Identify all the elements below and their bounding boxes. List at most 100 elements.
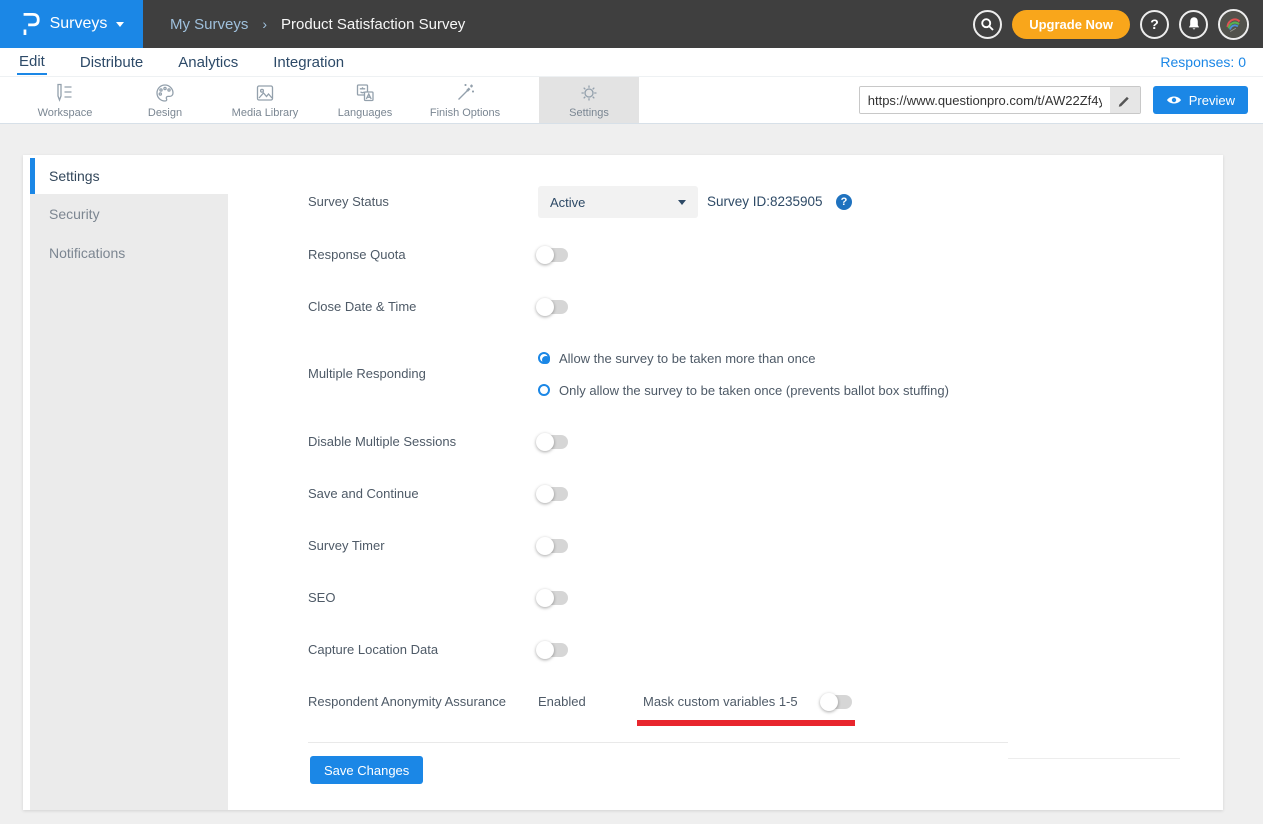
red-annotation-underline: [637, 720, 855, 726]
breadcrumb: My Surveys › Product Satisfaction Survey: [170, 16, 465, 33]
anonymity-row: Respondent Anonymity Assurance Enabled M…: [308, 692, 1193, 712]
form-divider: [308, 742, 1008, 743]
tab-distribute[interactable]: Distribute: [78, 51, 145, 74]
radio-selected-icon[interactable]: [538, 352, 550, 364]
edit-toolbar: Workspace Design Media Library Languages: [0, 76, 1263, 124]
toolbar-item-finish-options[interactable]: Finish Options: [415, 77, 515, 123]
product-switcher[interactable]: Surveys: [0, 0, 143, 48]
save-and-continue-row: Save and Continue: [308, 484, 1193, 504]
radio-option-once-only[interactable]: Only allow the survey to be taken once (…: [538, 382, 949, 398]
tab-integration[interactable]: Integration: [271, 51, 346, 74]
seo-row: SEO: [308, 588, 1193, 608]
toggle-knob: [536, 246, 554, 264]
mask-custom-variables-label: Mask custom variables 1-5: [643, 692, 798, 712]
save-and-continue-toggle[interactable]: [538, 487, 568, 501]
toolbar-item-workspace[interactable]: Workspace: [15, 77, 115, 123]
anonymity-label: Respondent Anonymity Assurance: [308, 692, 506, 712]
bell-icon: [1186, 16, 1202, 32]
notifications-button[interactable]: [1179, 10, 1208, 39]
response-quota-toggle[interactable]: [538, 248, 568, 262]
toggle-knob: [536, 641, 554, 659]
survey-timer-toggle[interactable]: [538, 539, 568, 553]
survey-status-row: Survey Status Active Survey ID: 8235905 …: [308, 186, 1193, 218]
survey-status-select[interactable]: Active: [538, 186, 698, 218]
toolbar-label: Design: [148, 107, 182, 119]
sidebar-item-notifications[interactable]: Notifications: [30, 233, 228, 272]
close-date-toggle[interactable]: [538, 300, 568, 314]
save-and-continue-label: Save and Continue: [308, 484, 419, 504]
toggle-knob: [536, 589, 554, 607]
multiple-responding-label: Multiple Responding: [308, 364, 426, 384]
edit-url-button[interactable]: [1110, 87, 1140, 113]
radio-option-text: Only allow the survey to be taken once (…: [559, 383, 949, 398]
preview-label: Preview: [1189, 93, 1235, 108]
upgrade-now-button[interactable]: Upgrade Now: [1012, 10, 1130, 39]
design-palette-icon: [153, 81, 177, 105]
survey-url-input[interactable]: [860, 87, 1110, 113]
toolbar-label: Media Library: [232, 107, 299, 119]
sidebar-item-settings[interactable]: Settings: [30, 158, 228, 194]
preview-button[interactable]: Preview: [1153, 86, 1248, 114]
toolbar-item-design[interactable]: Design: [115, 77, 215, 123]
response-quota-row: Response Quota: [308, 245, 1193, 265]
breadcrumb-separator: ›: [262, 16, 267, 32]
chevron-down-icon: [116, 22, 124, 27]
radio-option-text: Allow the survey to be taken more than o…: [559, 351, 816, 366]
toggle-knob: [536, 433, 554, 451]
mask-custom-variables-toggle[interactable]: [822, 695, 852, 709]
responses-count[interactable]: Responses: 0: [1160, 54, 1263, 70]
survey-url-box: [859, 86, 1141, 114]
user-avatar[interactable]: [1218, 9, 1249, 40]
toolbar-item-settings[interactable]: Settings: [539, 77, 639, 123]
survey-id-help-icon[interactable]: ?: [836, 194, 852, 210]
toggle-knob: [536, 298, 554, 316]
top-bar: Surveys My Surveys › Product Satisfactio…: [0, 0, 1263, 48]
toolbar-label: Finish Options: [430, 107, 500, 119]
tab-edit[interactable]: Edit: [17, 50, 47, 75]
settings-gear-icon: [577, 81, 601, 105]
response-quota-label: Response Quota: [308, 245, 406, 265]
finish-options-wand-icon: [453, 81, 477, 105]
toggle-knob: [820, 693, 838, 711]
survey-link-group: Preview: [859, 77, 1248, 123]
languages-icon: [353, 81, 377, 105]
survey-id-label: Survey ID:: [707, 186, 770, 218]
toggle-knob: [536, 485, 554, 503]
survey-status-value: Active: [550, 195, 585, 210]
close-date-label: Close Date & Time: [308, 297, 416, 317]
question-mark-icon: ?: [1150, 16, 1159, 32]
workspace-icon: [53, 81, 77, 105]
chevron-down-icon: [678, 200, 686, 205]
radio-option-multiple-allowed[interactable]: Allow the survey to be taken more than o…: [538, 350, 816, 366]
questionpro-logo-icon: [19, 10, 41, 38]
media-library-icon: [253, 81, 277, 105]
form-divider-right: [1008, 758, 1180, 759]
tab-analytics[interactable]: Analytics: [176, 51, 240, 74]
eye-icon: [1166, 94, 1182, 106]
search-button[interactable]: [973, 10, 1002, 39]
capture-location-label: Capture Location Data: [308, 640, 438, 660]
survey-status-label: Survey Status: [308, 186, 389, 218]
breadcrumb-current-survey: Product Satisfaction Survey: [281, 16, 465, 33]
save-changes-button[interactable]: Save Changes: [310, 756, 423, 784]
help-button[interactable]: ?: [1140, 10, 1169, 39]
toolbar-item-media-library[interactable]: Media Library: [215, 77, 315, 123]
toolbar-label: Workspace: [38, 107, 93, 119]
breadcrumb-my-surveys[interactable]: My Surveys: [170, 16, 248, 33]
survey-id-value: 8235905: [770, 186, 823, 218]
disable-multiple-sessions-toggle[interactable]: [538, 435, 568, 449]
capture-location-toggle[interactable]: [538, 643, 568, 657]
survey-timer-row: Survey Timer: [308, 536, 1193, 556]
pencil-icon: [1117, 93, 1132, 108]
sidebar-item-security[interactable]: Security: [30, 194, 228, 233]
avatar-image: [1220, 11, 1247, 38]
radio-unselected-icon[interactable]: [538, 384, 550, 396]
survey-timer-label: Survey Timer: [308, 536, 385, 556]
toolbar-label: Languages: [338, 107, 392, 119]
settings-sidebar: Settings Security Notifications: [30, 158, 228, 810]
seo-toggle[interactable]: [538, 591, 568, 605]
toolbar-item-languages[interactable]: Languages: [315, 77, 415, 123]
search-icon: [979, 16, 996, 33]
disable-multiple-sessions-row: Disable Multiple Sessions: [308, 432, 1193, 452]
disable-multiple-sessions-label: Disable Multiple Sessions: [308, 432, 456, 452]
